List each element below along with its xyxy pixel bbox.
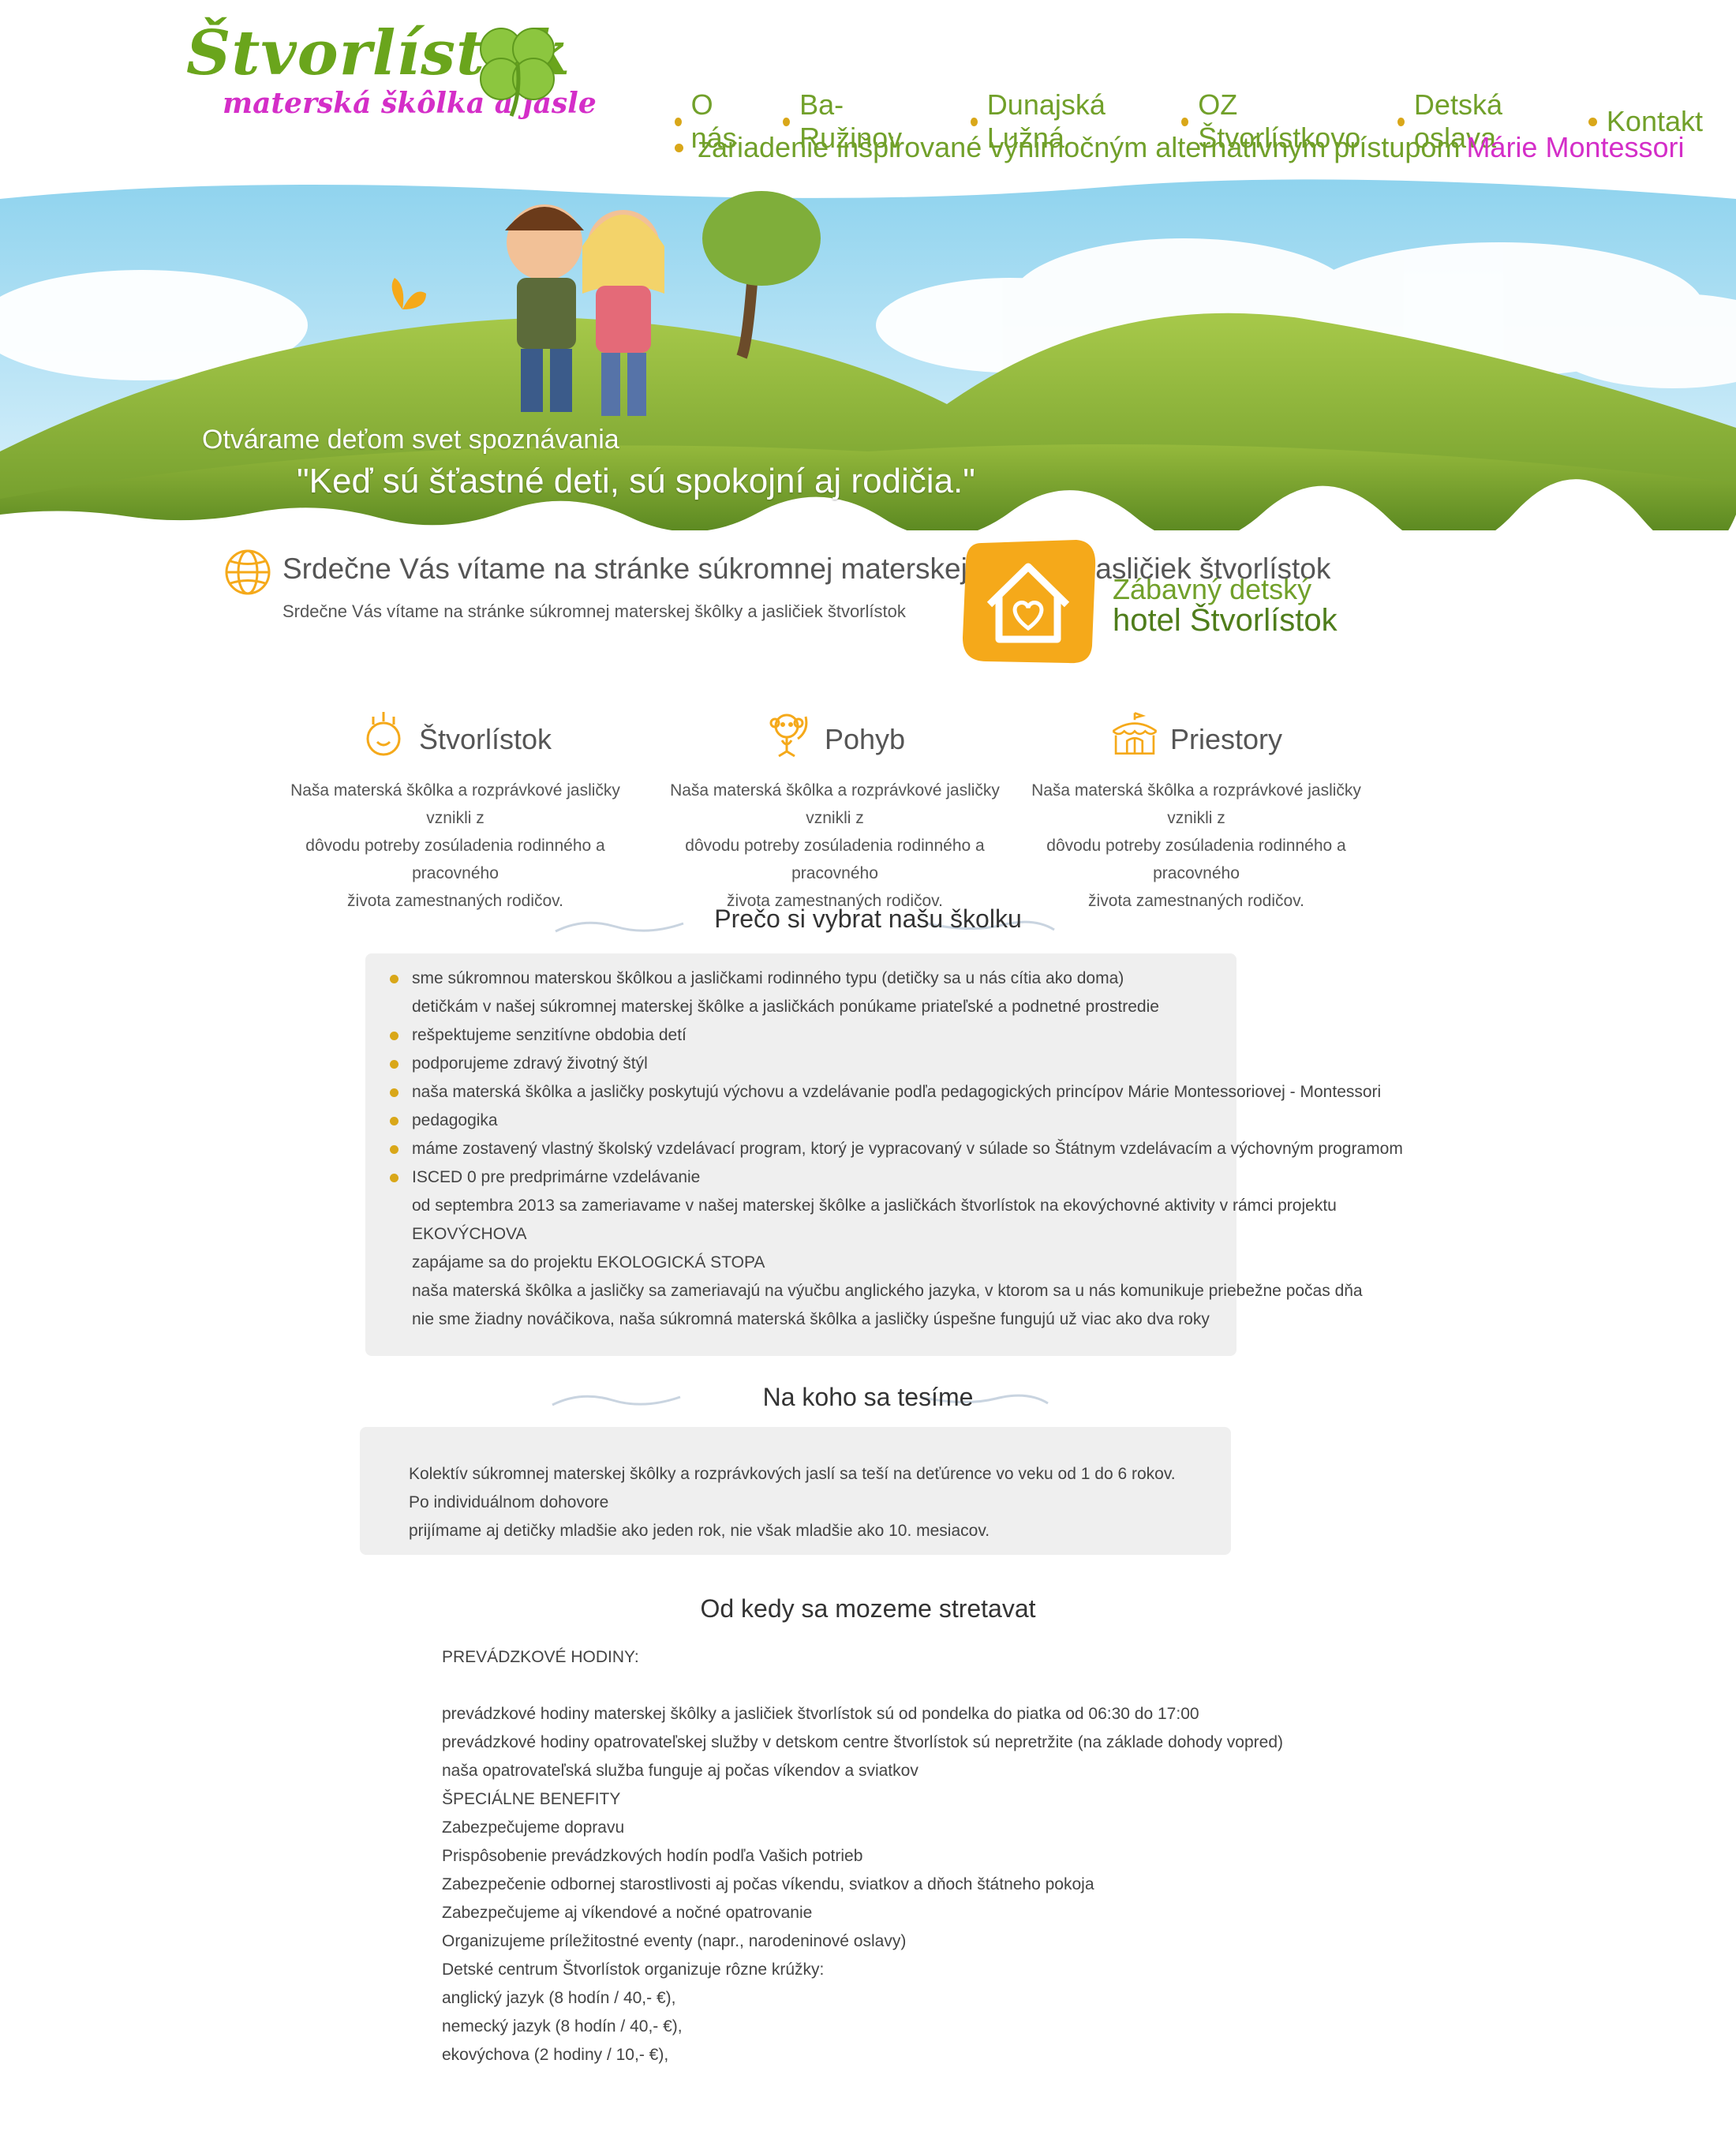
list-item: naša materská škôlka a jasličky poskytuj… [390, 1078, 1403, 1107]
section-heading-who: Na koho sa tesíme [762, 1383, 974, 1411]
bullet-icon [1181, 117, 1189, 126]
hours-line: Zabezpečenie odbornej starostlivosti aj … [442, 1875, 1094, 1893]
opening-hours: PREVÁDZKOVÉ HODINY: prevádzkové hodiny m… [442, 1643, 1283, 2069]
who-text-line: prijímame aj detičky mladšie ako jeden r… [409, 1522, 990, 1540]
list-item: naša materská škôlka a jasličky sa zamer… [412, 1282, 1363, 1300]
feature-text-line: dôvodu potreby zosúladenia rodinného a p… [685, 837, 985, 882]
hours-line: prevádzkové hodiny opatrovateľskej služb… [442, 1733, 1284, 1751]
hours-line: prevádzkové hodiny materskej škôlky a ja… [442, 1705, 1199, 1723]
list-item: nie sme žiadny nováčikova, naša súkromná… [412, 1310, 1210, 1328]
circus-tent-icon [1112, 712, 1158, 755]
feature-title: Pohyb [824, 723, 906, 755]
list-item: podporujeme zdravý životný štýl [390, 1050, 1403, 1078]
list-item: rešpektujeme senzitívne obdobia detí [390, 1021, 1403, 1050]
feature-text-line: dôvodu potreby zosúladenia rodinného a p… [1046, 837, 1346, 882]
bullet-icon [390, 1059, 398, 1069]
feature-text-line: Naša materská škôlka a rozprávkové jasli… [670, 781, 1000, 827]
hero-quote: "Keď sú šťastné deti, sú spokojní aj rod… [297, 462, 975, 500]
hours-line: Organizujeme príležitostné eventy (napr.… [442, 1932, 907, 1950]
hours-line: PREVÁDZKOVÉ HODINY: [442, 1648, 639, 1666]
list-item: pedagogika [390, 1107, 1403, 1135]
section-heading-when: Od kedy sa mozeme stretavat [700, 1594, 1036, 1623]
nav-tagline-text: zariadenie inšpirované výnimočným altern… [698, 131, 1461, 163]
list-item: od septembra 2013 sa zameriavame v našej… [412, 1197, 1337, 1215]
hours-line: Prispôsobenie prevádzkových hodín podľa … [442, 1847, 863, 1865]
clover-logo-icon [480, 28, 555, 117]
hours-line [442, 1672, 1283, 1700]
bullet-icon [675, 143, 683, 152]
bullet-icon [390, 1031, 398, 1040]
list-item: EKOVÝCHOVA [412, 1225, 527, 1243]
feature-title: Priestory [1169, 723, 1283, 755]
list-item: detičkám v našej súkromnej materskej škô… [412, 998, 1159, 1016]
hours-line: anglický jazyk (8 hodín / 40,- €), [442, 1989, 676, 2007]
bullet-icon [390, 1116, 398, 1125]
feature-text-line: Naša materská škôlka a rozprávkové jasli… [1031, 781, 1361, 827]
hours-line: Zabezpečujeme dopravu [442, 1818, 625, 1837]
globe-icon [225, 549, 271, 595]
hours-line: Zabezpečujeme aj víkendové a nočné opatr… [442, 1904, 813, 1922]
section-heading-why: Prečo si vybrat našu školku [714, 904, 1022, 933]
welcome-subtitle: Srdečne Vás vítame na stránke súkromnej … [282, 601, 906, 621]
list-item: máme zostavený vlastný školský vzdelávac… [390, 1135, 1403, 1163]
monkey-icon [769, 713, 808, 758]
feature-priestory: Priestory Naša materská škôlka a rozpráv… [1031, 707, 1362, 915]
hours-line: nemecký jazyk (8 hodín / 40,- €), [442, 2017, 683, 2035]
hero-tagline: Otvárame deťom svet spoznávania [202, 425, 619, 455]
nav-tagline: zariadenie inšpirované výnimočným altern… [675, 131, 1685, 164]
feature-pohyb: Pohyb Naša materská škôlka a rozprávkové… [669, 707, 1001, 915]
feature-stvorlistok: Štvorlístok Naša materská škôlka a rozpr… [290, 707, 621, 915]
feature-title: Štvorlístok [418, 723, 552, 755]
hours-line: naša opatrovateľská služba funguje aj po… [442, 1762, 919, 1780]
feature-text-line: Naša materská škôlka a rozprávkové jasli… [290, 781, 620, 827]
who-text-line: Kolektív súkromnej materskej škôlky a ro… [409, 1465, 1176, 1511]
who-text: Kolektív súkromnej materskej škôlky a ro… [409, 1460, 1198, 1545]
bullet-icon [390, 1088, 398, 1097]
feature-text-line: dôvodu potreby zosúladenia rodinného a p… [305, 837, 605, 882]
bullet-icon [390, 974, 398, 983]
hours-line: Detské centrum Štvorlístok organizuje rô… [442, 1961, 825, 1979]
bullet-icon [1588, 117, 1597, 126]
list-item: zapájame sa do projektu EKOLOGICKÁ STOPA [412, 1253, 765, 1271]
list-item: sme súkromnou materskou škôlkou a jaslič… [390, 964, 1403, 993]
hotel-house-icon[interactable] [958, 535, 1098, 666]
bullet-icon [783, 117, 791, 126]
bullet-icon [1397, 117, 1405, 126]
hotel-label-line2[interactable]: hotel Štvorlístok [1113, 603, 1338, 639]
why-list: sme súkromnou materskou škôlkou a jaslič… [390, 964, 1403, 1334]
list-item: ISCED 0 pre predprimárne vzdelávanie [390, 1163, 1403, 1192]
bullet-icon [390, 1144, 398, 1154]
bullet-icon [675, 117, 682, 126]
hours-line: ekovýchova (2 hodiny / 10,- €), [442, 2046, 669, 2064]
hours-line: ŠPECIÁLNE BENEFITY [442, 1790, 621, 1808]
bullet-icon [390, 1173, 398, 1182]
hotel-label-line1[interactable]: Zábavný detský [1113, 573, 1311, 606]
sun-icon [366, 712, 401, 756]
montessori-link[interactable]: Márie Montessori [1466, 131, 1684, 164]
bullet-icon [971, 117, 978, 126]
